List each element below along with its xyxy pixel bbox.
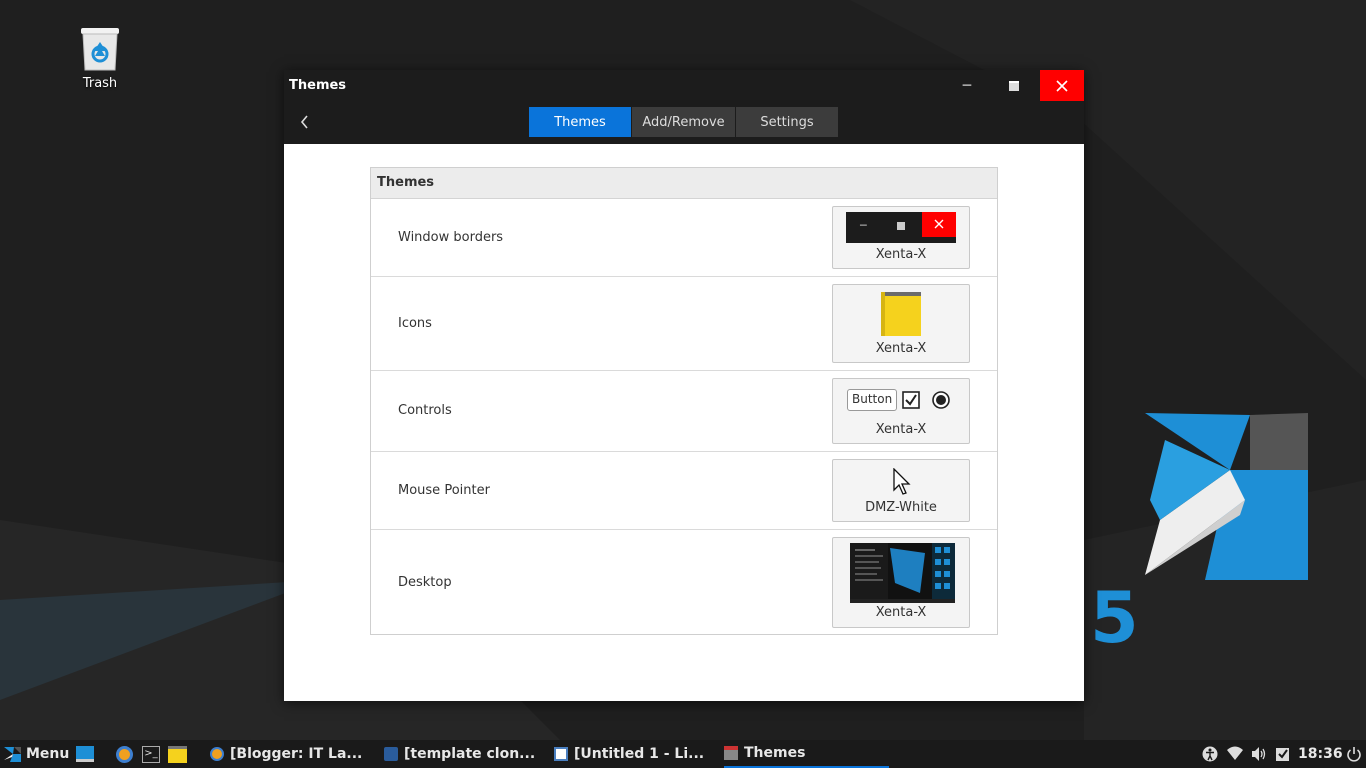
task-template[interactable]: [template clon... <box>384 740 535 768</box>
radio-icon <box>932 391 950 409</box>
row-window-borders: Window borders ─ Xenta-X <box>371 199 997 277</box>
updates-icon[interactable] <box>1275 746 1291 762</box>
task-label: [Untitled 1 - Li... <box>574 746 705 762</box>
power-icon[interactable] <box>1346 746 1362 762</box>
task-themes[interactable]: Themes <box>724 740 889 768</box>
themes-panel: Themes Window borders ─ Xenta-X Icons Xe… <box>370 167 998 635</box>
taskbar: Menu >_ [Blogger: IT La... [template clo… <box>0 740 1366 768</box>
row-label: Window borders <box>398 230 504 245</box>
minimize-button[interactable]: ─ <box>944 70 990 101</box>
trash-icon <box>78 26 122 72</box>
mouse-pointer-selector[interactable]: DMZ-White <box>832 459 970 522</box>
task-label: [Blogger: IT La... <box>230 746 363 762</box>
row-label: Controls <box>398 403 452 418</box>
back-button[interactable] <box>294 110 314 134</box>
window-borders-preview: ─ <box>846 212 956 243</box>
sample-button: Button <box>847 389 898 411</box>
trash-label: Trash <box>82 76 118 91</box>
desktop-thumbnail <box>850 543 955 603</box>
row-label: Icons <box>398 316 432 331</box>
desktop-value: Xenta-X <box>875 605 927 620</box>
task-blogger[interactable]: [Blogger: IT La... <box>210 740 362 768</box>
browser-icon <box>210 747 224 761</box>
controls-value: Xenta-X <box>875 422 927 437</box>
panel-header: Themes <box>371 168 997 199</box>
close-button[interactable] <box>1040 70 1084 101</box>
cursor-icon <box>893 468 911 495</box>
files-launcher[interactable] <box>168 740 187 768</box>
volume-icon[interactable] <box>1251 746 1267 762</box>
browser-launcher[interactable] <box>116 740 133 768</box>
tab-settings[interactable]: Settings <box>736 107 838 137</box>
accessibility-icon[interactable] <box>1202 746 1218 762</box>
icons-value: Xenta-X <box>875 341 927 356</box>
tab-themes[interactable]: Themes <box>529 107 631 137</box>
controls-selector[interactable]: Button Xenta-X <box>832 378 970 444</box>
desktop-selector[interactable]: Xenta-X <box>832 537 970 628</box>
trash-desktop-icon[interactable]: Trash <box>70 26 130 91</box>
themes-icon <box>724 746 738 760</box>
row-desktop: Desktop Xenta-X <box>371 530 997 635</box>
themes-window: Themes ─ Themes Add/Remove Settings Them… <box>284 70 1084 701</box>
checkbox-icon <box>902 391 920 409</box>
show-desktop-launcher[interactable] <box>76 740 94 768</box>
window-borders-value: Xenta-X <box>875 247 927 262</box>
title-bar[interactable]: Themes ─ Themes Add/Remove Settings <box>284 70 1084 144</box>
row-icons: Icons Xenta-X <box>371 277 997 371</box>
task-label: Themes <box>744 745 806 761</box>
chevron-left-icon <box>300 115 308 129</box>
tab-add-remove[interactable]: Add/Remove <box>632 107 735 137</box>
menu-button[interactable]: Menu <box>4 740 69 768</box>
maximize-icon <box>897 222 905 230</box>
close-icon <box>1056 79 1068 92</box>
folder-icon <box>881 292 921 336</box>
window-borders-selector[interactable]: ─ Xenta-X <box>832 206 970 269</box>
row-mouse-pointer: Mouse Pointer DMZ-White <box>371 452 997 530</box>
browser-icon <box>116 745 133 763</box>
close-icon <box>922 212 956 237</box>
wifi-icon[interactable] <box>1227 746 1243 762</box>
row-controls: Controls Button Xenta-X <box>371 371 997 452</box>
menu-label: Menu <box>26 746 70 762</box>
row-label: Desktop <box>398 575 452 590</box>
window-title: Themes <box>289 78 347 93</box>
document-icon <box>554 747 568 761</box>
row-label: Mouse Pointer <box>398 483 490 498</box>
clock[interactable]: 18:36 <box>1298 746 1343 762</box>
maximize-button[interactable] <box>991 70 1037 101</box>
folder-icon <box>168 745 187 763</box>
minimize-icon: ─ <box>962 77 972 94</box>
menu-logo-icon <box>4 747 21 762</box>
show-desktop-icon <box>76 746 94 762</box>
task-label: [template clon... <box>404 746 536 762</box>
svg-text:5: 5 <box>1090 577 1139 659</box>
terminal-launcher[interactable]: >_ <box>142 740 160 768</box>
task-untitled[interactable]: [Untitled 1 - Li... <box>554 740 704 768</box>
minimize-icon: ─ <box>860 219 867 232</box>
editor-icon <box>384 747 398 761</box>
terminal-icon: >_ <box>142 745 160 763</box>
icons-selector[interactable]: Xenta-X <box>832 284 970 363</box>
mouse-pointer-value: DMZ-White <box>865 500 937 515</box>
maximize-icon <box>1009 80 1019 91</box>
tab-bar: Themes Add/Remove Settings <box>529 107 838 137</box>
